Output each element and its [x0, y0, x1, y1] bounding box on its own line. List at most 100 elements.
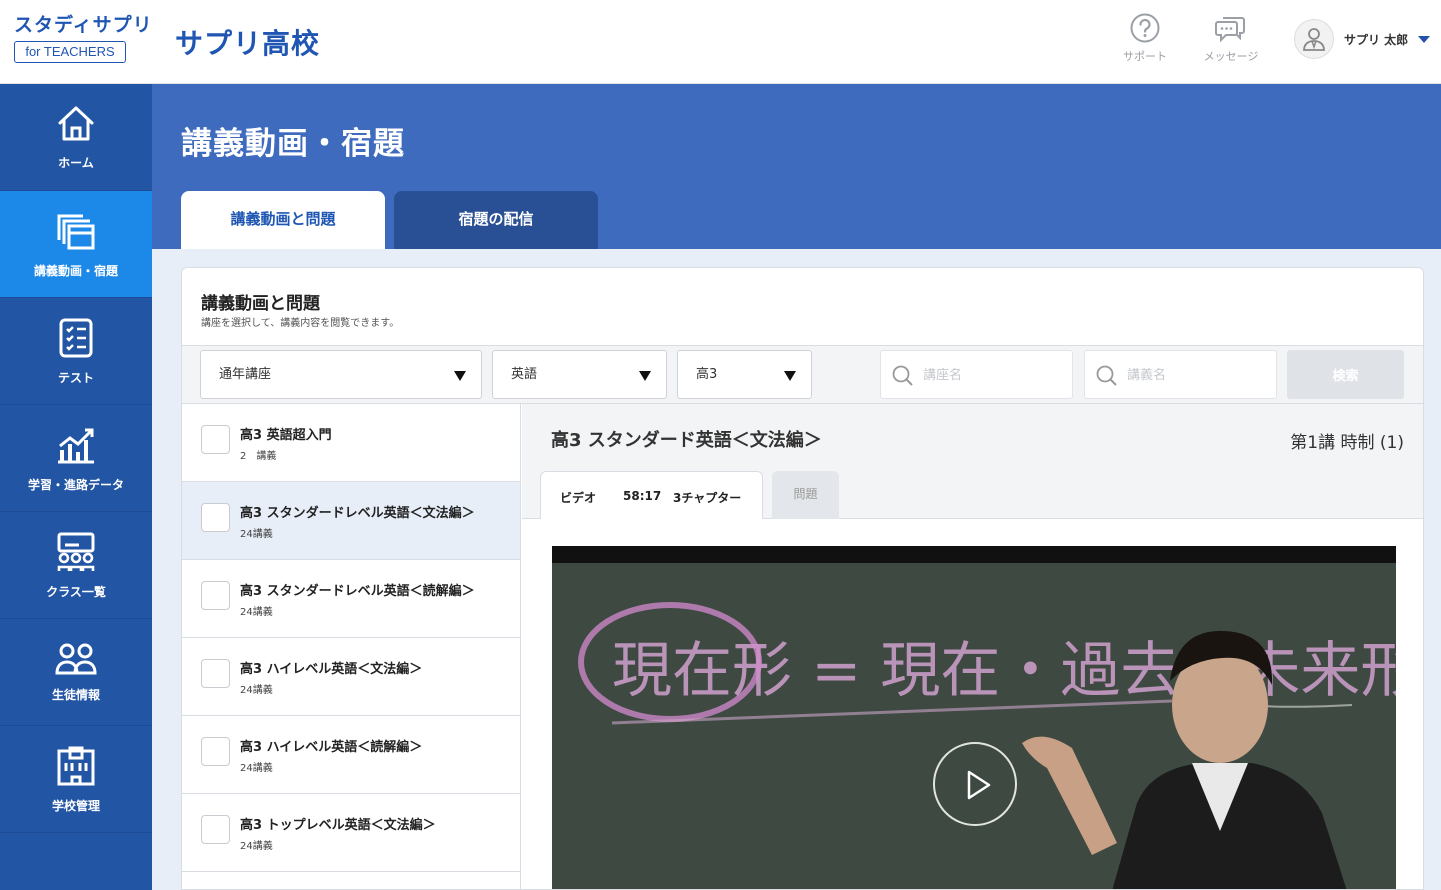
studysapuri-logo[interactable]: スタディサプリ for TEACHERS [14, 12, 153, 68]
chalkboard-writing-icon: 現在形 = 現在・過去・未来形 [578, 602, 1396, 889]
course-checkbox[interactable] [201, 815, 230, 844]
chevron-down-icon [639, 371, 651, 381]
list-item[interactable]: 高3 トップレベル英語＜文法編＞ 24講義 [182, 794, 520, 872]
video-player[interactable]: 現在形 = 現在・過去・未来形 [552, 546, 1396, 889]
search-icon [892, 365, 913, 386]
sidebar-item-test[interactable]: テスト [0, 298, 152, 405]
sidebar-item-label: テスト [57, 370, 94, 385]
course-checkbox[interactable] [201, 659, 230, 688]
tab-questions[interactable]: 問題 [772, 471, 839, 519]
list-item[interactable]: 高3 ハイレベル英語＜文法編＞ 24講義 [182, 638, 520, 716]
course-type-value: 通年講座 [219, 367, 272, 382]
message-button[interactable]: メッセージ [1196, 12, 1266, 64]
test-checklist-icon [59, 318, 93, 357]
support-label: サポート [1123, 50, 1167, 63]
course-type-select[interactable]: 通年講座 [200, 350, 482, 399]
sidebar-item-home[interactable]: ホーム [0, 84, 152, 191]
tab-lecture-questions[interactable]: 講義動画と問題 [181, 191, 385, 249]
play-button[interactable] [933, 742, 1017, 826]
list-item[interactable]: 高3 スタンダードレベル英語＜読解編＞ 24講義 [182, 560, 520, 638]
panel-title: 講義動画と問題 [201, 294, 320, 314]
lecture-count: 24講義 [240, 685, 273, 696]
lecture-count: 24講義 [240, 529, 273, 540]
home-icon [58, 106, 94, 140]
chevron-down-icon [784, 371, 796, 381]
subject-value: 英語 [511, 367, 538, 382]
course-list: 高3 英語超入門 2 講義 高3 スタンダードレベル英語＜文法編＞ 24講義 高… [182, 404, 521, 889]
sidebar-nav: ホーム 講義動画・宿題 テスト 学習・進路データ クラス一覧 生徒情報 学校管理 [0, 84, 152, 890]
tab-homework-delivery[interactable]: 宿題の配信 [394, 191, 598, 249]
course-checkbox[interactable] [201, 737, 230, 766]
video-area: 現在形 = 現在・過去・未来形 [522, 519, 1423, 889]
course-name: 高3 スタンダードレベル英語＜文法編＞ [240, 506, 475, 521]
lecture-name-search[interactable] [1084, 350, 1277, 399]
lecture-name-input[interactable] [1127, 363, 1267, 387]
sidebar-item-label: ホーム [58, 155, 94, 170]
course-checkbox[interactable] [201, 425, 230, 454]
sidebar-item-students[interactable]: 生徒情報 [0, 619, 152, 726]
class-icon [57, 532, 95, 571]
school-name: サプリ高校 [175, 27, 321, 60]
course-name-input[interactable] [923, 363, 1063, 387]
sidebar-item-label: 学習・進路データ [27, 477, 124, 492]
panel-subtitle: 講座を選択して、講義内容を閲覧できます。 [201, 318, 400, 329]
chevron-down-icon [1418, 35, 1431, 43]
chart-icon [58, 428, 94, 463]
play-icon [967, 770, 991, 800]
chevron-down-icon [454, 371, 466, 381]
sidebar-item-label: 生徒情報 [51, 687, 100, 702]
video-tab-label: ビデオ [560, 491, 597, 505]
filter-bar: 通年講座 英語 高3 検索 [182, 346, 1423, 404]
subject-select[interactable]: 英語 [492, 350, 667, 399]
list-item[interactable]: 高3 英語超入門 2 講義 [182, 404, 520, 482]
course-name: 高3 ハイレベル英語＜読解編＞ [240, 740, 423, 755]
video-frame: 現在形 = 現在・過去・未来形 [552, 563, 1396, 889]
top-header: スタディサプリ for TEACHERS サプリ高校 サポート メッセージ サプ… [0, 0, 1441, 84]
search-icon [1096, 365, 1117, 386]
user-icon [1303, 28, 1325, 51]
course-name: 高3 ハイレベル英語＜文法編＞ [240, 662, 423, 677]
message-icon [1215, 17, 1245, 43]
tab-video[interactable]: ビデオ 58:17 3チャプター [540, 471, 763, 519]
chapter-count: 3チャプター [673, 491, 742, 505]
course-name: 高3 スタンダードレベル英語＜読解編＞ [240, 584, 475, 599]
list-item[interactable]: 高3 スタンダードレベル英語＜文法編＞ 24講義 [182, 482, 520, 560]
help-icon [1130, 13, 1160, 43]
search-button[interactable]: 検索 [1287, 350, 1404, 399]
course-name-search[interactable] [880, 350, 1073, 399]
students-icon [55, 643, 97, 674]
school-building-icon [57, 746, 95, 785]
lesson-title: 第1講 時制 (1) [1290, 433, 1404, 453]
sidebar-item-class-list[interactable]: クラス一覧 [0, 512, 152, 619]
user-menu[interactable]: サプリ 太郎 [1294, 18, 1431, 60]
lecture-course-title: 高3 スタンダード英語＜文法編＞ [551, 430, 822, 451]
sidebar-item-lectures[interactable]: 講義動画・宿題 [0, 191, 152, 298]
support-button[interactable]: サポート [1110, 12, 1180, 64]
lecture-count: 24講義 [240, 841, 273, 852]
lecture-count: 24講義 [240, 607, 273, 618]
course-name: 高3 トップレベル英語＜文法編＞ [240, 818, 436, 833]
page-title: 講義動画・宿題 [181, 126, 405, 162]
panel-header: 講義動画と問題 講座を選択して、講義内容を閲覧できます。 [182, 268, 1423, 346]
sidebar-item-school-admin[interactable]: 学校管理 [0, 726, 152, 833]
course-name: 高3 英語超入門 [240, 428, 332, 443]
lecture-count: 24講義 [240, 763, 273, 774]
message-label: メッセージ [1203, 50, 1259, 63]
sidebar-item-label: クラス一覧 [46, 584, 106, 599]
sidebar-item-learning-data[interactable]: 学習・進路データ [0, 405, 152, 512]
user-name: サプリ 太郎 [1344, 32, 1409, 47]
lecture-detail: 高3 スタンダード英語＜文法編＞ 第1講 時制 (1) ビデオ 58:17 3チ… [522, 404, 1423, 889]
avatar [1294, 19, 1334, 59]
course-checkbox[interactable] [201, 581, 230, 610]
lecture-count: 2 講義 [240, 451, 277, 462]
course-checkbox[interactable] [201, 503, 230, 532]
grade-select[interactable]: 高3 [677, 350, 812, 399]
logo-subtext: for TEACHERS [14, 41, 126, 63]
lecture-panel: 講義動画と問題 講座を選択して、講義内容を閲覧できます。 通年講座 英語 高3 … [181, 267, 1424, 890]
sidebar-item-label: 講義動画・宿題 [33, 263, 118, 278]
grade-value: 高3 [696, 367, 718, 382]
list-item[interactable]: 高3 ハイレベル英語＜読解編＞ 24講義 [182, 716, 520, 794]
sidebar-item-label: 学校管理 [51, 798, 100, 813]
logo-text: スタディサプリ [14, 14, 153, 36]
video-duration: 58:17 [623, 489, 662, 503]
